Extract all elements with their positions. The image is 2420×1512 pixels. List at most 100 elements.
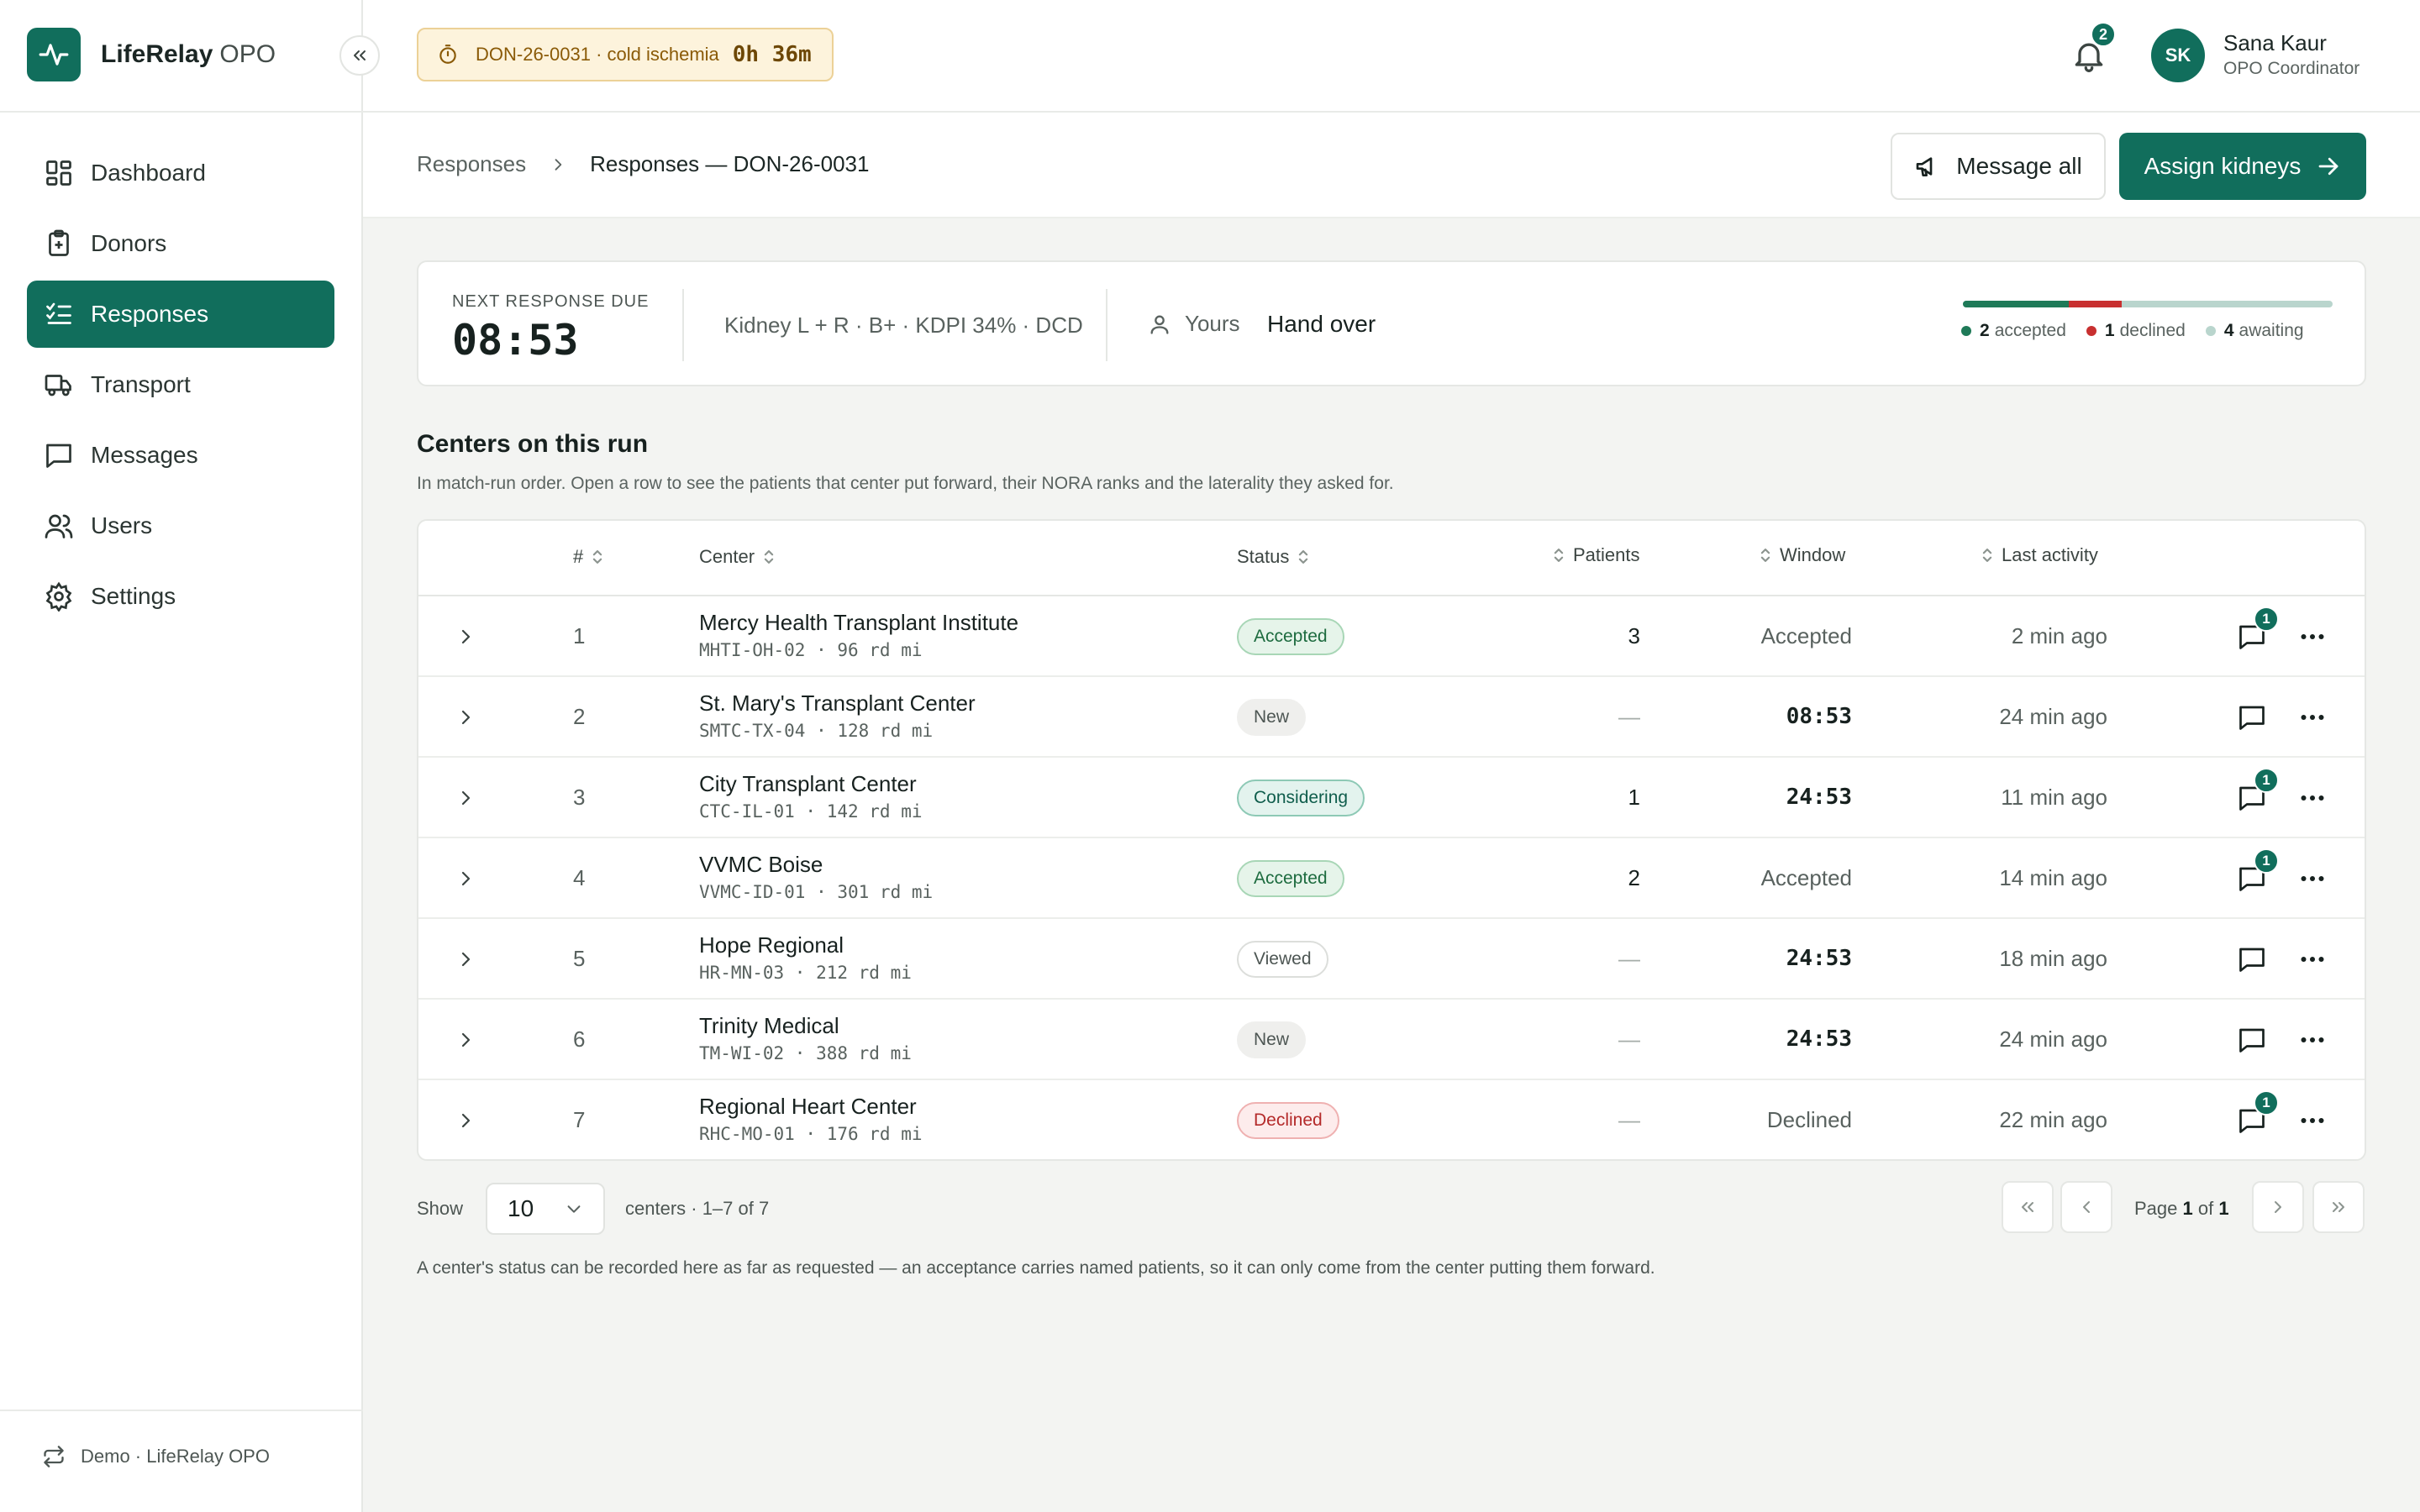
- chevron-right-icon[interactable]: [455, 1030, 476, 1050]
- breadcrumb-link[interactable]: Responses: [417, 151, 526, 177]
- patient-count: 2: [1628, 865, 1640, 890]
- sidebar-item-label: Messages: [91, 442, 198, 468]
- repeat-icon: [44, 1446, 64, 1467]
- center-name[interactable]: City Transplant Center: [699, 771, 917, 797]
- column-header-window[interactable]: Window: [1751, 544, 1845, 566]
- last-page-button[interactable]: [2312, 1181, 2365, 1233]
- page-size-select[interactable]: 10: [486, 1183, 605, 1235]
- center-code: RHC-MO-01 · 176 rd mi: [699, 1124, 923, 1144]
- sidebar-item-dashboard[interactable]: Dashboard: [27, 139, 334, 207]
- center-code: HR-MN-03 · 212 rd mi: [699, 963, 912, 983]
- sidebar-item-messages[interactable]: Messages: [27, 422, 334, 489]
- status-badge: New: [1237, 1021, 1307, 1058]
- response-window: 24:53: [1786, 785, 1852, 810]
- patient-count: —: [1618, 946, 1640, 971]
- column-header-last-activity[interactable]: Last activity: [1973, 544, 2098, 566]
- assign-kidneys-label: Assign kidneys: [2144, 153, 2302, 179]
- owner-label: Yours: [1185, 311, 1240, 336]
- message-count-badge: 1: [2254, 768, 2279, 793]
- column-label: Status: [1237, 546, 1290, 567]
- center-name[interactable]: Regional Heart Center: [699, 1094, 917, 1120]
- more-options-icon[interactable]: [2297, 944, 2328, 974]
- status-badge: New: [1237, 699, 1307, 736]
- center-name[interactable]: Mercy Health Transplant Institute: [699, 610, 1018, 636]
- brand[interactable]: LifeRelay OPO: [27, 27, 276, 82]
- more-options-icon[interactable]: [2297, 702, 2328, 732]
- sidebar-item-label: Users: [91, 512, 153, 538]
- avatar[interactable]: SK: [2151, 29, 2205, 82]
- table-row[interactable]: 6 Trinity Medical TM-WI-02 · 388 rd mi New —…: [418, 1000, 2365, 1080]
- page-current: 1: [2182, 1198, 2193, 1219]
- gear-icon: [45, 581, 72, 612]
- center-name[interactable]: Hope Regional: [699, 932, 844, 958]
- column-header-patients[interactable]: Patients: [1544, 544, 1640, 566]
- previous-page-button[interactable]: [2060, 1181, 2112, 1233]
- next-page-button[interactable]: [2252, 1181, 2304, 1233]
- response-summary-card: NEXT RESPONSE DUE 08:53 Kidney L + R · B…: [417, 260, 2366, 386]
- column-header-number[interactable]: #: [573, 546, 612, 568]
- page-indicator: Page 1 of 1: [2134, 1198, 2229, 1220]
- table-row[interactable]: 4 VVMC Boise VVMC-ID-01 · 301 rd mi Accepte…: [418, 838, 2365, 919]
- table-row[interactable]: 1 Mercy Health Transplant Institute MHTI-O…: [418, 596, 2365, 677]
- user-name[interactable]: Sana Kaur: [2223, 30, 2327, 56]
- legend-declined: 1 declined: [2086, 321, 2186, 341]
- brand-name: LifeRelay: [101, 40, 213, 68]
- row-number: 5: [573, 946, 586, 971]
- divider: [0, 1410, 363, 1411]
- sort-icon: [1554, 549, 1564, 562]
- sidebar-item-transport[interactable]: Transport: [27, 351, 334, 418]
- legend-accepted: 2 accepted: [1961, 321, 2066, 341]
- center-name[interactable]: VVMC Boise: [699, 852, 823, 878]
- response-window: 24:53: [1786, 1026, 1852, 1052]
- demo-switch[interactable]: Demo · LifeRelay OPO: [42, 1445, 270, 1468]
- page-header: Responses Responses — DON-26-0031 Messag…: [363, 113, 2420, 218]
- column-header-status[interactable]: Status: [1237, 546, 1318, 568]
- center-name[interactable]: St. Mary's Transplant Center: [699, 690, 976, 717]
- table-row[interactable]: 2 St. Mary's Transplant Center SMTC-TX-04 …: [418, 677, 2365, 758]
- row-number: 4: [573, 865, 586, 890]
- message-all-button[interactable]: Message all: [1891, 133, 2106, 200]
- more-options-icon[interactable]: [2297, 783, 2328, 813]
- more-options-icon[interactable]: [2297, 1105, 2328, 1136]
- chevron-right-icon[interactable]: [455, 707, 476, 727]
- status-badge: Accepted: [1237, 618, 1344, 655]
- table-row[interactable]: 7 Regional Heart Center RHC-MO-01 · 176 rd…: [418, 1080, 2365, 1159]
- collapse-sidebar-button[interactable]: [339, 35, 380, 76]
- sidebar-item-label: Responses: [91, 301, 209, 327]
- accepted-count: 2: [1980, 321, 1990, 340]
- table-row[interactable]: 3 City Transplant Center CTC-IL-01 · 142 r…: [418, 758, 2365, 838]
- last-activity: 22 min ago: [1999, 1107, 2107, 1132]
- users-icon: [45, 514, 73, 538]
- chevron-right-icon[interactable]: [455, 949, 476, 969]
- sidebar-item-donors[interactable]: Donors: [27, 210, 334, 277]
- megaphone-icon: [1916, 157, 1933, 176]
- message-icon[interactable]: [2237, 1025, 2267, 1055]
- sidebar-item-settings[interactable]: Settings: [27, 563, 334, 630]
- message-icon[interactable]: [2237, 702, 2267, 732]
- cold-ischemia-timer[interactable]: DON-26-0031 · cold ischemia 0h 36m: [417, 28, 834, 81]
- sidebar-item-responses[interactable]: Responses: [27, 281, 334, 348]
- table-header: # Center Status Patients Window Last act…: [418, 521, 2365, 596]
- divider: [1106, 289, 1107, 361]
- last-activity: 11 min ago: [2001, 785, 2107, 810]
- chevron-right-icon: [555, 158, 562, 171]
- chevron-right-icon[interactable]: [455, 1110, 476, 1131]
- chevron-right-icon[interactable]: [455, 627, 476, 647]
- hand-over-link[interactable]: Hand over: [1267, 311, 1376, 338]
- organ-summary: Kidney L + R · B+ · KDPI 34% · DCD: [724, 312, 1083, 338]
- sidebar-item-label: Settings: [91, 583, 176, 609]
- message-icon[interactable]: [2237, 944, 2267, 974]
- sidebar-item-users[interactable]: Users: [27, 492, 334, 559]
- table-row[interactable]: 5 Hope Regional HR-MN-03 · 212 rd mi Viewed…: [418, 919, 2365, 1000]
- column-header-center[interactable]: Center: [699, 546, 783, 568]
- more-options-icon[interactable]: [2297, 864, 2328, 894]
- first-page-button[interactable]: [2002, 1181, 2054, 1233]
- progress-declined: [2068, 301, 2122, 307]
- brand-suffix: OPO: [219, 40, 276, 68]
- more-options-icon[interactable]: [2297, 622, 2328, 652]
- chevron-right-icon[interactable]: [455, 788, 476, 808]
- assign-kidneys-button[interactable]: Assign kidneys: [2119, 133, 2366, 200]
- center-name[interactable]: Trinity Medical: [699, 1013, 839, 1039]
- more-options-icon[interactable]: [2297, 1025, 2328, 1055]
- chevron-right-icon[interactable]: [455, 869, 476, 889]
